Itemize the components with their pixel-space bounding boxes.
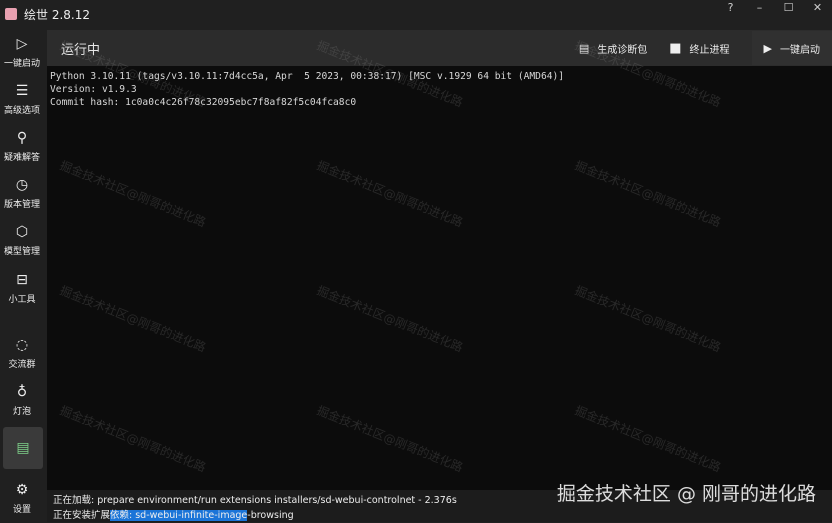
sidebar-item-label: 交流群 bbox=[8, 360, 36, 370]
sidebar-item-community[interactable]: ◌ 交流群 bbox=[0, 331, 44, 375]
sidebar-item-label: 版本管理 bbox=[3, 200, 40, 210]
sidebar-item-label: 小工具 bbox=[8, 295, 36, 305]
stop-process-button[interactable]: ■ 终止进程 bbox=[669, 41, 729, 56]
page-title: 运行中 bbox=[61, 42, 101, 58]
history-icon: ◷ bbox=[15, 177, 29, 193]
app-logo-icon bbox=[5, 8, 17, 20]
status-text: 正在安装扩展 bbox=[53, 510, 111, 521]
toolbox-icon: ⊟ bbox=[16, 272, 28, 288]
console-header: 运行中 ▤ 生成诊断包 ■ 终止进程 ▶ 一键启动 bbox=[47, 30, 832, 66]
sidebar-item-tools[interactable]: ⊟ 小工具 bbox=[0, 266, 44, 310]
launch-label: 一键启动 bbox=[780, 44, 820, 56]
gear-icon: ⚙ bbox=[15, 482, 29, 498]
stop-label: 终止进程 bbox=[689, 44, 730, 56]
selected-text: 依赖: sd-webui-infinite-image bbox=[110, 510, 248, 521]
maximize-button[interactable]: ☐ bbox=[774, 0, 803, 18]
terminal-line: Python 3.10.11 (tags/v3.10.11:7d4cc5a, A… bbox=[50, 71, 565, 82]
cube-icon: ⬡ bbox=[15, 224, 29, 240]
terminal-line: Commit hash: 1c0a0c4c26f78c32095ebc7f8af… bbox=[50, 97, 357, 108]
status-line-installing: 正在安装扩展依赖: sd-webui-infinite-image-browsi… bbox=[53, 508, 826, 523]
sidebar-item-label: 灯泡 bbox=[12, 407, 31, 417]
sidebar-item-launch[interactable]: ▷ 一键启动 bbox=[0, 30, 44, 74]
sidebar-item-label: 高级选项 bbox=[3, 106, 40, 116]
diagnose-button[interactable]: ▤ 生成诊断包 bbox=[579, 41, 647, 56]
sidebar-item-versions[interactable]: ◷ 版本管理 bbox=[0, 171, 44, 215]
sidebar-item-label: 模型管理 bbox=[3, 247, 40, 257]
sidebar-item-label: 疑难解答 bbox=[3, 153, 40, 163]
chat-icon: ◌ bbox=[15, 337, 29, 353]
play-icon: ▶ bbox=[763, 41, 772, 55]
status-line-loading: 正在加载: prepare environment/run extensions… bbox=[53, 495, 457, 506]
sidebar-item-advanced[interactable]: ☰ 高级选项 bbox=[0, 77, 44, 121]
sidebar-item-label: 一键启动 bbox=[3, 59, 40, 69]
sidebar-item-console[interactable]: ▤ bbox=[3, 427, 43, 469]
title-bar: 绘世 2.8.12 ? – ☐ ✕ bbox=[0, 0, 832, 28]
document-icon: ▤ bbox=[578, 41, 590, 55]
play-icon: ▷ bbox=[16, 36, 28, 52]
stop-icon: ■ bbox=[669, 40, 682, 56]
status-text: -browsing bbox=[247, 510, 294, 521]
status-bar: 正在加载: prepare environment/run extensions… bbox=[47, 490, 832, 522]
diagnose-label: 生成诊断包 bbox=[597, 44, 648, 56]
terminal-line: Version: v1.9.3 bbox=[50, 84, 137, 95]
sidebar-item-bulb[interactable]: ♁ 灯泡 bbox=[0, 378, 44, 422]
terminal-output[interactable]: Python 3.10.11 (tags/v3.10.11:7d4cc5a, A… bbox=[47, 66, 832, 490]
window-title: 绘世 2.8.12 bbox=[24, 7, 90, 22]
list-icon: ☰ bbox=[15, 83, 29, 99]
sidebar-item-settings[interactable]: ⚙ 设置 bbox=[0, 476, 44, 520]
close-button[interactable]: ✕ bbox=[803, 0, 832, 18]
console-panel: 运行中 ▤ 生成诊断包 ■ 终止进程 ▶ 一键启动 Python 3.10.11 (t… bbox=[47, 30, 832, 522]
terminal-icon: ▤ bbox=[16, 440, 30, 456]
sidebar-item-troubleshoot[interactable]: ⚲ 疑难解答 bbox=[0, 124, 44, 168]
tools-icon: ⚲ bbox=[16, 130, 28, 146]
sidebar-item-models[interactable]: ⬡ 模型管理 bbox=[0, 218, 44, 262]
launch-button[interactable]: ▶ 一键启动 bbox=[751, 31, 832, 65]
help-button[interactable]: ? bbox=[716, 0, 745, 18]
sidebar-item-label: 设置 bbox=[12, 505, 31, 515]
sidebar: ▷ 一键启动 ☰ 高级选项 ⚲ 疑难解答 ◷ 版本管理 ⬡ 模型管理 ⊟ 小工具 ◌ 交流群 … bbox=[0, 30, 44, 522]
lightbulb-icon: ♁ bbox=[16, 384, 28, 400]
minimize-button[interactable]: – bbox=[745, 0, 774, 18]
